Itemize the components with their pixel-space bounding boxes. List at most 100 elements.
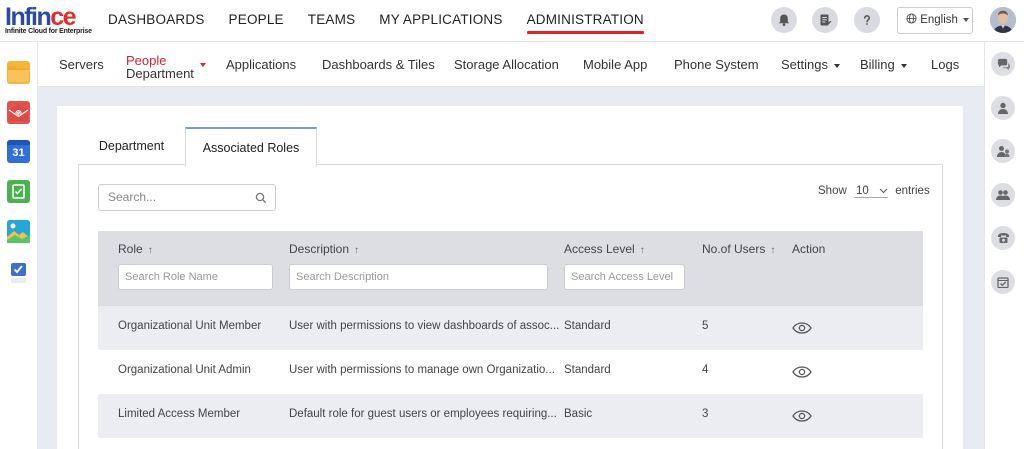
cell-access: Standard <box>564 320 611 332</box>
col-users[interactable]: No.of Users ↑ <box>702 242 775 256</box>
settings-label: Settings <box>781 57 828 72</box>
search-icon <box>255 192 267 204</box>
person-shape <box>998 102 1008 114</box>
office-logo-shape <box>11 263 26 283</box>
col-users-label: No.of Users <box>702 242 766 256</box>
show-label: Show <box>818 185 847 197</box>
sort-icon: ↑ <box>147 245 153 256</box>
chevron-down-icon <box>833 63 840 68</box>
col-action: Action <box>792 242 826 256</box>
roles-card: Department Associated Roles Search... Sh… <box>57 106 963 449</box>
chevron-down-icon <box>879 188 888 194</box>
help-button[interactable] <box>854 7 880 33</box>
user-icon[interactable] <box>991 96 1015 120</box>
nav-administration[interactable]: ADMINISTRATION <box>526 0 645 42</box>
calendar-day: 31 <box>12 147 25 159</box>
chevron-down-icon <box>963 17 970 22</box>
user-group-icon[interactable] <box>991 139 1015 163</box>
view-eye-icon[interactable] <box>792 366 812 378</box>
cell-role: Organizational Unit Member <box>118 320 262 332</box>
subnav-people-department[interactable]: People Department <box>126 54 194 80</box>
logo-tagline: Infinite Cloud for Enterprise <box>5 28 92 35</box>
page-length: Show 10 entries <box>818 185 930 198</box>
nav-my-applications[interactable]: MY APPLICATIONS <box>379 0 502 42</box>
cell-users: 5 <box>702 320 709 332</box>
users-icon[interactable] <box>991 183 1015 207</box>
page-length-select[interactable]: 10 <box>853 185 888 198</box>
person-plus-shape <box>996 146 1009 157</box>
checklist-icon[interactable] <box>991 270 1015 294</box>
table-header: Role ↑ Description ↑ Access Level ↑ No.of U… <box>98 231 923 306</box>
language-label: English <box>920 14 958 26</box>
filter-role-input[interactable]: Search Role Name <box>118 264 273 290</box>
col-description-label: Description <box>289 242 350 256</box>
filter-description-input[interactable]: Search Description <box>289 264 548 290</box>
phone-icon[interactable] <box>991 226 1015 250</box>
people-caret-icon <box>200 63 206 67</box>
subnav-mobile-app[interactable]: Mobile App <box>583 42 647 87</box>
tab-department[interactable]: Department <box>78 127 185 167</box>
mail-icon[interactable]: @ <box>7 101 30 124</box>
subnav-servers[interactable]: Servers <box>59 42 104 87</box>
chat-icon[interactable] <box>991 52 1015 76</box>
view-eye-icon[interactable] <box>792 322 812 334</box>
view-eye-icon[interactable] <box>792 410 812 422</box>
cell-access: Standard <box>564 364 611 376</box>
cell-users: 3 <box>702 408 709 420</box>
infince-logo[interactable]: Infince Infinite Cloud for Enterprise <box>5 3 92 38</box>
notifications-button[interactable] <box>771 7 797 33</box>
folder-icon[interactable] <box>7 61 30 84</box>
sort-icon: ↑ <box>354 245 360 256</box>
question-icon <box>864 15 870 25</box>
page-length-value: 10 <box>855 185 869 197</box>
admin-subnav: Servers People Department Applications D… <box>38 42 984 87</box>
subnav-storage-allocation[interactable]: Storage Allocation <box>454 42 559 87</box>
envelope-shape: @ <box>8 104 29 121</box>
filter-access-input[interactable]: Search Access Level <box>564 264 685 290</box>
cell-role: Organizational Unit Admin <box>118 364 251 376</box>
tab-associated-roles[interactable]: Associated Roles <box>185 127 317 167</box>
gallery-icon[interactable] <box>7 220 30 243</box>
chat-bubbles-shape <box>997 58 1010 70</box>
svg-text:@: @ <box>16 111 21 117</box>
calendar-icon[interactable]: 31 <box>7 140 30 163</box>
people-shape <box>996 190 1010 200</box>
col-description[interactable]: Description ↑ <box>289 242 359 256</box>
notes-icon <box>820 14 832 26</box>
cell-access: Basic <box>564 408 593 420</box>
cell-description: User with permissions to view dashboards… <box>289 320 560 332</box>
nav-teams[interactable]: TEAMS <box>308 0 356 42</box>
checkbox-shape <box>12 184 25 199</box>
notes-button[interactable] <box>812 7 838 33</box>
billing-label: Billing <box>860 57 895 72</box>
image-shape <box>7 220 30 243</box>
main-nav: DASHBOARDS PEOPLE TEAMS MY APPLICATIONS … <box>108 0 668 42</box>
subnav-settings[interactable]: Settings <box>781 42 840 87</box>
cell-description: Default role for guest users or employee… <box>289 408 557 420</box>
search-placeholder: Search... <box>108 190 157 204</box>
col-role[interactable]: Role ↑ <box>118 242 153 256</box>
cell-users: 4 <box>702 364 709 376</box>
col-access-level[interactable]: Access Level ↑ <box>564 242 645 256</box>
nav-people[interactable]: PEOPLE <box>229 0 284 42</box>
nav-dashboards[interactable]: DASHBOARDS <box>108 0 205 42</box>
bell-icon <box>779 14 789 26</box>
subnav-billing[interactable]: Billing <box>860 42 907 87</box>
subnav-dashboards-tiles[interactable]: Dashboards & Tiles <box>322 42 435 87</box>
language-select[interactable]: English <box>897 7 973 34</box>
user-avatar[interactable] <box>990 7 1016 33</box>
chevron-down-icon <box>900 63 907 68</box>
task-icon[interactable] <box>7 180 30 203</box>
col-role-label: Role <box>118 242 143 256</box>
subnav-phone-system[interactable]: Phone System <box>674 42 759 87</box>
globe-icon <box>906 13 917 24</box>
office-icon[interactable] <box>7 262 30 285</box>
profile-photo-icon <box>990 7 1016 33</box>
table-row: Limited Access Member Default role for g… <box>98 394 923 438</box>
search-input[interactable]: Search... <box>98 184 276 211</box>
sort-icon: ↑ <box>639 245 645 256</box>
subnav-applications[interactable]: Applications <box>226 42 296 87</box>
subnav-logs[interactable]: Logs <box>931 42 959 87</box>
folder-shape <box>8 66 29 82</box>
calendar-check-shape <box>997 277 1009 288</box>
